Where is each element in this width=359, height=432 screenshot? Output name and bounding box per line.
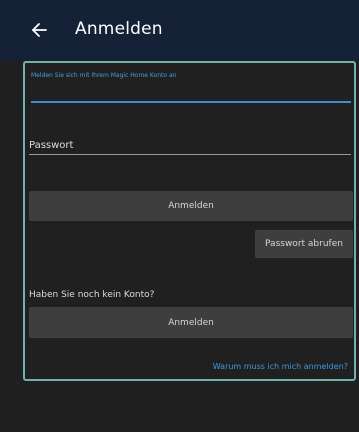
why-login-link[interactable]: Warum muss ich mich anmelden? — [213, 362, 348, 371]
register-login-button[interactable]: Anmelden — [29, 307, 353, 338]
login-button[interactable]: Anmelden — [29, 191, 353, 221]
retrieve-password-button[interactable]: Passwort abrufen — [255, 230, 353, 258]
arrow-left-icon[interactable] — [31, 22, 47, 38]
email-field-label: Melden Sie sich mit Ihrem Magic Home Kon… — [31, 72, 177, 79]
email-field[interactable] — [31, 101, 351, 103]
login-screen: Anmelden Melden Sie sich mit Ihrem Magic… — [0, 0, 359, 432]
app-bar: Anmelden — [0, 0, 359, 60]
no-account-text: Haben Sie noch kein Konto? — [29, 290, 155, 300]
page-title: Anmelden — [75, 19, 163, 39]
password-field[interactable] — [29, 154, 351, 155]
password-field-placeholder: Passwort — [29, 140, 74, 151]
